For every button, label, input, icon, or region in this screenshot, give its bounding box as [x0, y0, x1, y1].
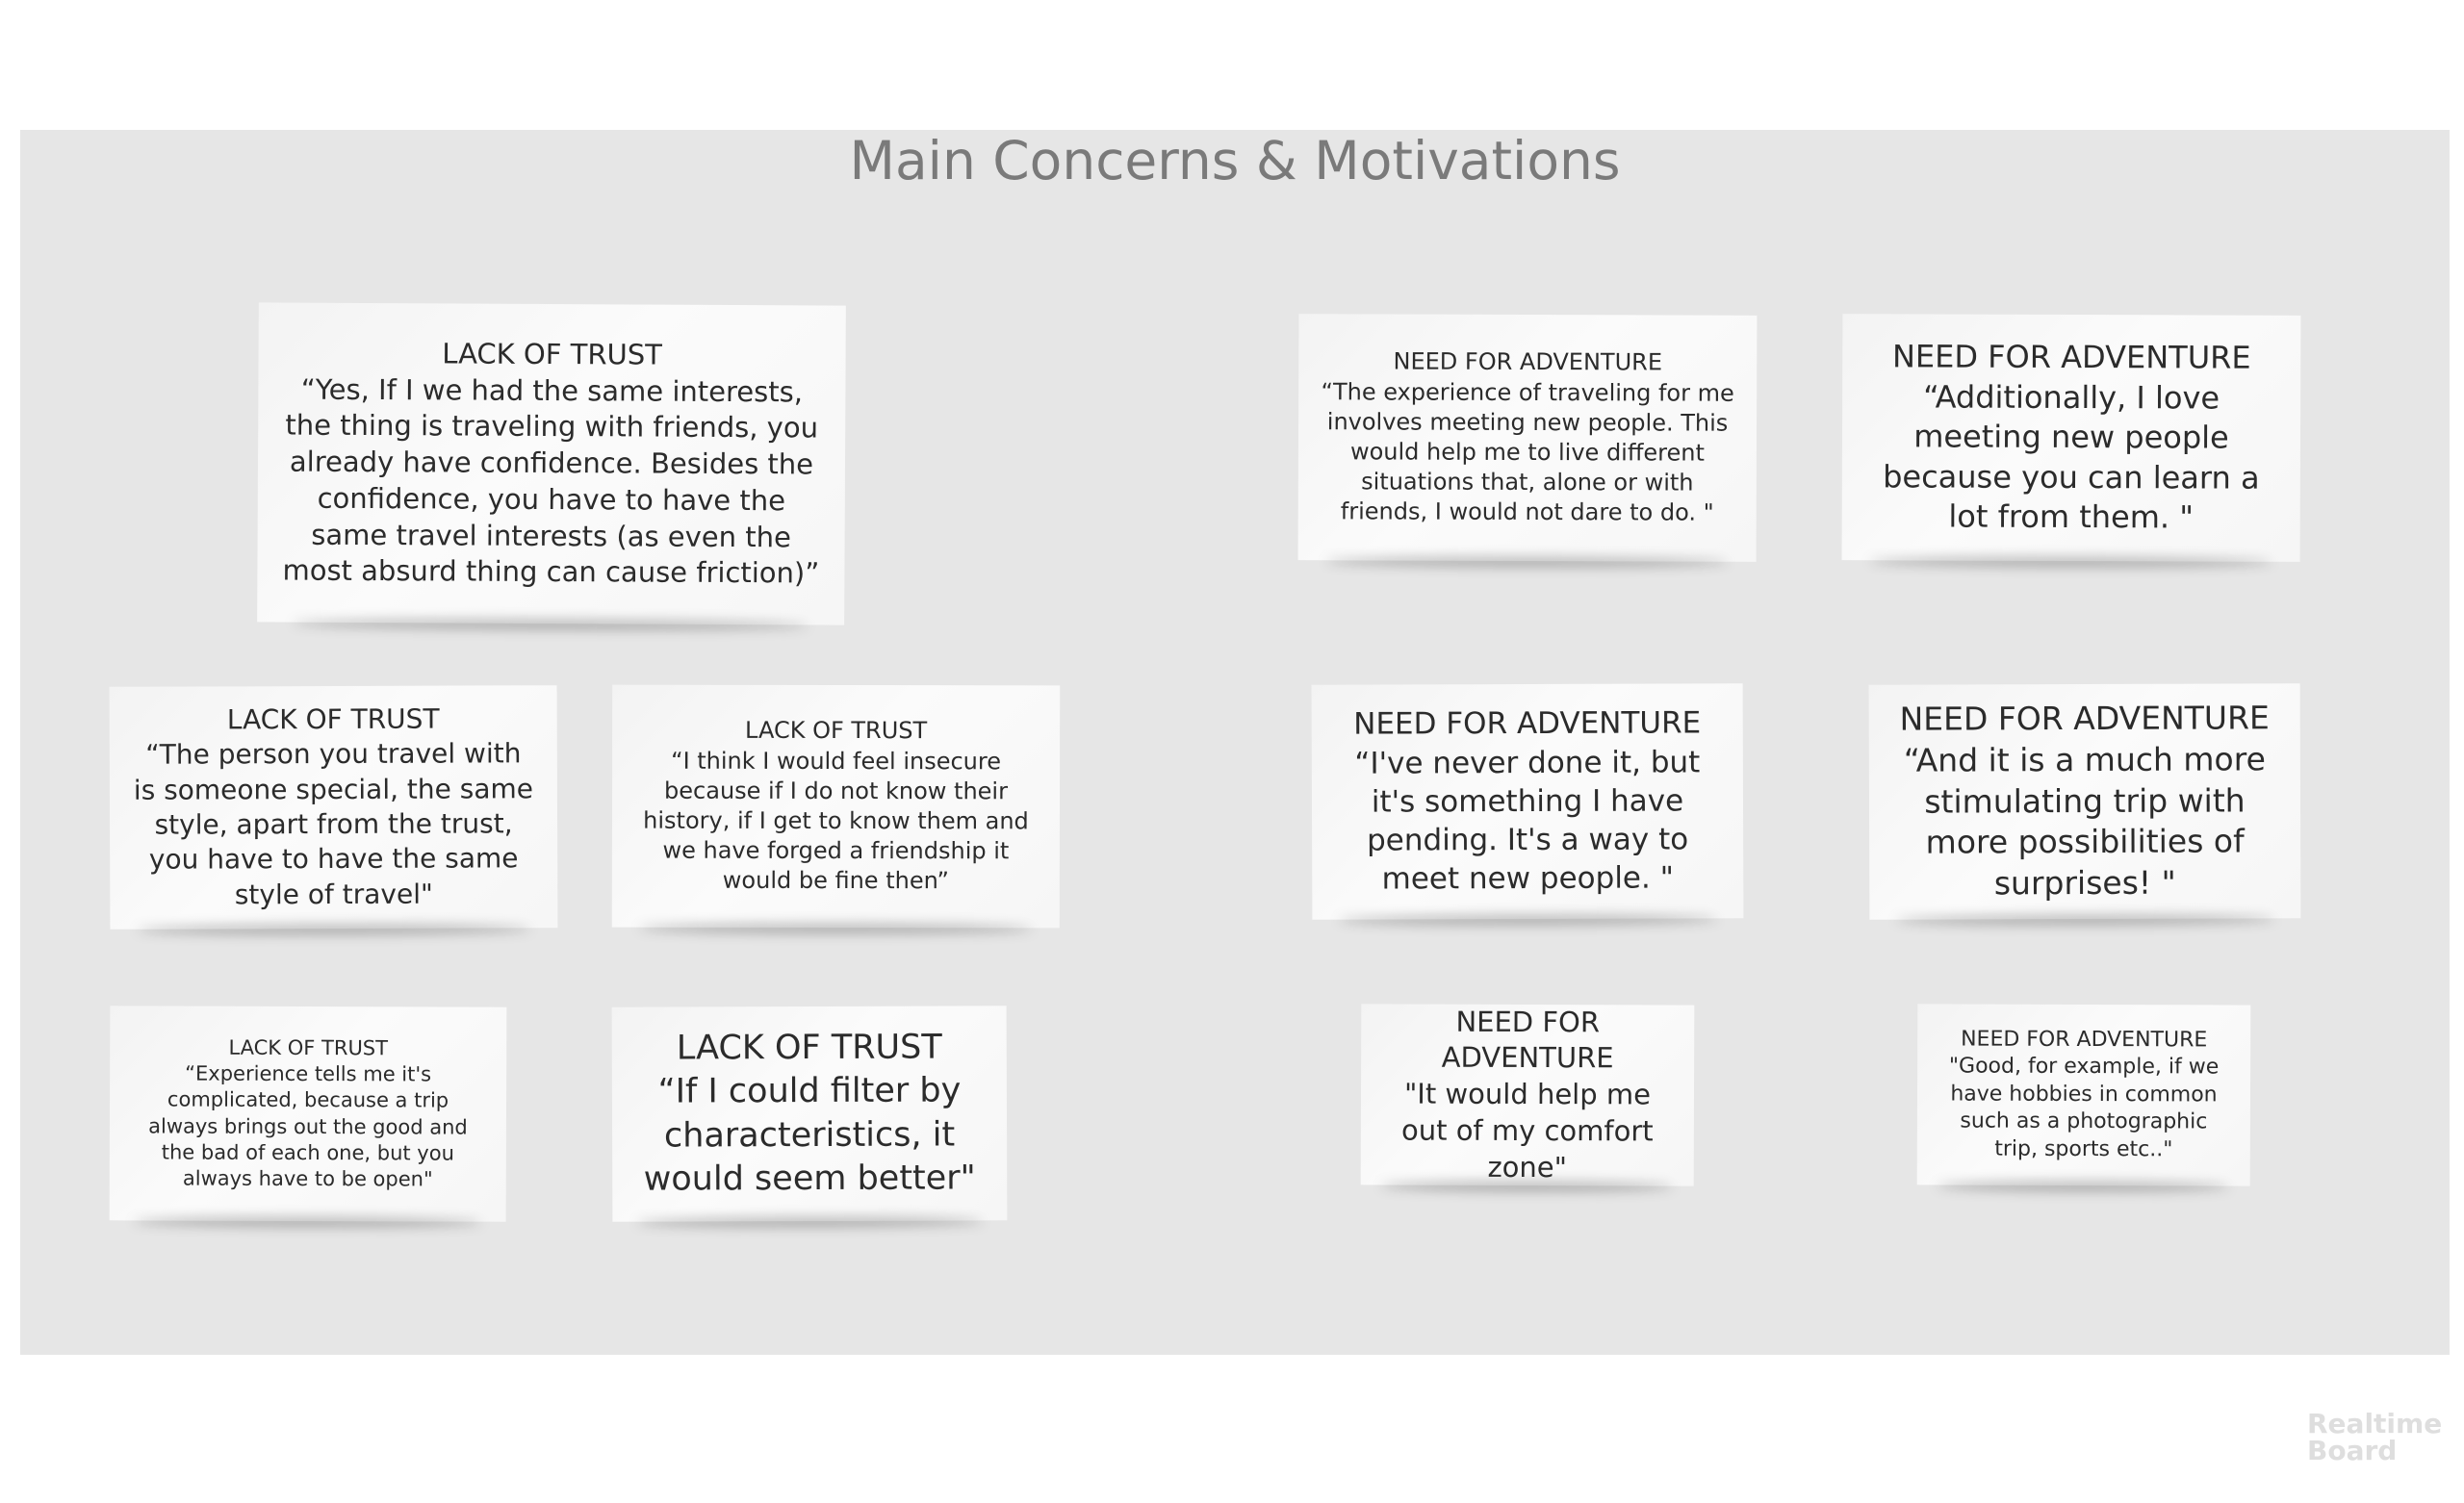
- sticky-note-adventure-3[interactable]: NEED FOR ADVENTURE “I've never done it, …: [1311, 683, 1744, 920]
- note-quote: "Good, for example, if we have hobbies i…: [1948, 1054, 2220, 1162]
- sticky-note-adventure-2[interactable]: NEED FOR ADVENTURE “Additionally, I love…: [1841, 314, 2301, 562]
- sticky-note-adventure-4[interactable]: NEED FOR ADVENTURE “And it is a much mor…: [1868, 683, 2301, 920]
- note-category: NEED FOR ADVENTURE: [1353, 705, 1702, 742]
- sticky-note-trust-5[interactable]: LACK OF TRUST “If I could filter by char…: [611, 1006, 1008, 1222]
- note-quote: “The person you travel with is someone s…: [133, 737, 534, 911]
- note-quote: “Additionally, I love meeting new people…: [1883, 378, 2260, 536]
- logo-line-2: Board: [2307, 1435, 2398, 1466]
- note-quote: “And it is a much more stimulating trip …: [1903, 740, 2266, 903]
- note-category: NEED FOR ADVENTURE: [1441, 1005, 1614, 1075]
- note-quote: “I think I would feel insecure because i…: [643, 747, 1029, 895]
- note-quote: “Experience tells me it's complicated, b…: [148, 1061, 468, 1191]
- sticky-note-trust-3[interactable]: LACK OF TRUST “I think I would feel inse…: [611, 684, 1061, 929]
- sticky-note-trust-4[interactable]: LACK OF TRUST “Experience tells me it's …: [109, 1006, 507, 1222]
- sticky-note-adventure-6[interactable]: NEED FOR ADVENTURE "Good, for example, i…: [1916, 1004, 2251, 1186]
- note-category: LACK OF TRUST: [676, 1028, 942, 1067]
- note-category: NEED FOR ADVENTURE: [1891, 338, 2251, 376]
- note-quote: “If I could filter by characteristics, i…: [643, 1071, 976, 1199]
- logo-line-1: Realtime: [2307, 1408, 2443, 1439]
- realtimeboard-logo: Realtime Board: [2307, 1411, 2442, 1465]
- sticky-note-adventure-1[interactable]: NEED FOR ADVENTURE “The experience of tr…: [1297, 314, 1758, 562]
- note-category: NEED FOR ADVENTURE: [1961, 1027, 2208, 1052]
- note-quote: “Yes, If I we had the same interests, th…: [282, 372, 820, 590]
- board-title: Main Concerns & Motivations: [849, 130, 1621, 191]
- sticky-note-adventure-5[interactable]: NEED FOR ADVENTURE "It would help me out…: [1360, 1004, 1695, 1186]
- note-category: LACK OF TRUST: [442, 337, 662, 371]
- note-category: NEED FOR ADVENTURE: [1393, 347, 1663, 376]
- note-category: LACK OF TRUST: [745, 717, 928, 745]
- note-category: LACK OF TRUST: [228, 1035, 389, 1059]
- sticky-note-trust-1[interactable]: LACK OF TRUST “Yes, If I we had the same…: [257, 302, 846, 625]
- note-category: LACK OF TRUST: [226, 702, 440, 736]
- note-quote: “The experience of traveling for me invo…: [1321, 377, 1734, 527]
- sticky-note-trust-2[interactable]: LACK OF TRUST “The person you travel wit…: [109, 685, 558, 930]
- note-quote: "It would help me out of my comfort zone…: [1400, 1077, 1654, 1184]
- note-category: NEED FOR ADVENTURE: [1899, 699, 2270, 738]
- note-quote: “I've never done it, but it's something …: [1354, 744, 1701, 897]
